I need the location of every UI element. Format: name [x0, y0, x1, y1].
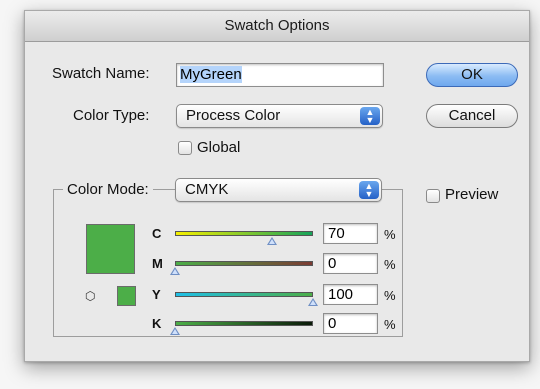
ok-button[interactable]: OK: [426, 63, 518, 87]
cube-icon: ⬡: [85, 289, 96, 303]
magenta-slider-thumb[interactable]: [170, 267, 180, 275]
stepper-arrows-icon: ▲ ▼: [360, 107, 380, 125]
color-type-label: Color Type:: [73, 107, 150, 124]
cancel-button[interactable]: Cancel: [426, 104, 518, 128]
global-label: Global: [197, 139, 241, 156]
swatch-name-label: Swatch Name:: [52, 65, 150, 82]
channel-m-label: M: [152, 256, 163, 271]
yellow-slider-track[interactable]: [175, 292, 313, 297]
yellow-value-field[interactable]: 100: [323, 284, 378, 305]
magenta-percent-label: %: [384, 257, 396, 272]
color-type-value: Process Color: [186, 107, 281, 124]
black-percent-label: %: [384, 317, 396, 332]
cyan-slider-thumb[interactable]: [266, 237, 277, 245]
swatch-preview-small: [117, 286, 136, 306]
black-slider-thumb[interactable]: [170, 327, 180, 335]
swatch-options-dialog: Swatch Options Swatch Name: MyGreen Colo…: [24, 10, 530, 362]
color-mode-select[interactable]: CMYK ▲ ▼: [175, 178, 382, 202]
color-mode-label: Color Mode:: [63, 181, 153, 198]
stepper-arrows-icon: ▲ ▼: [359, 181, 379, 199]
dialog-title: Swatch Options: [25, 11, 529, 42]
preview-label: Preview: [445, 186, 499, 203]
magenta-slider-track[interactable]: [175, 261, 313, 266]
cyan-percent-label: %: [384, 227, 396, 242]
channel-c-label: C: [152, 226, 162, 241]
swatch-preview-large: [86, 224, 135, 274]
preview-checkbox[interactable]: [426, 189, 440, 203]
global-checkbox[interactable]: [178, 141, 192, 155]
magenta-value-field[interactable]: 0: [323, 253, 378, 274]
color-mode-value: CMYK: [185, 181, 229, 198]
cyan-slider-track[interactable]: [175, 231, 313, 236]
channel-y-label: Y: [152, 287, 161, 302]
color-type-select[interactable]: Process Color ▲ ▼: [176, 104, 383, 128]
channel-k-label: K: [152, 316, 162, 331]
black-value-field[interactable]: 0: [323, 313, 378, 334]
swatch-name-field[interactable]: MyGreen: [176, 63, 384, 87]
swatch-name-value: MyGreen: [180, 66, 242, 83]
yellow-percent-label: %: [384, 288, 396, 303]
cyan-value-field[interactable]: 70: [323, 223, 378, 244]
yellow-slider-thumb[interactable]: [308, 298, 318, 306]
black-slider-track[interactable]: [175, 321, 313, 326]
